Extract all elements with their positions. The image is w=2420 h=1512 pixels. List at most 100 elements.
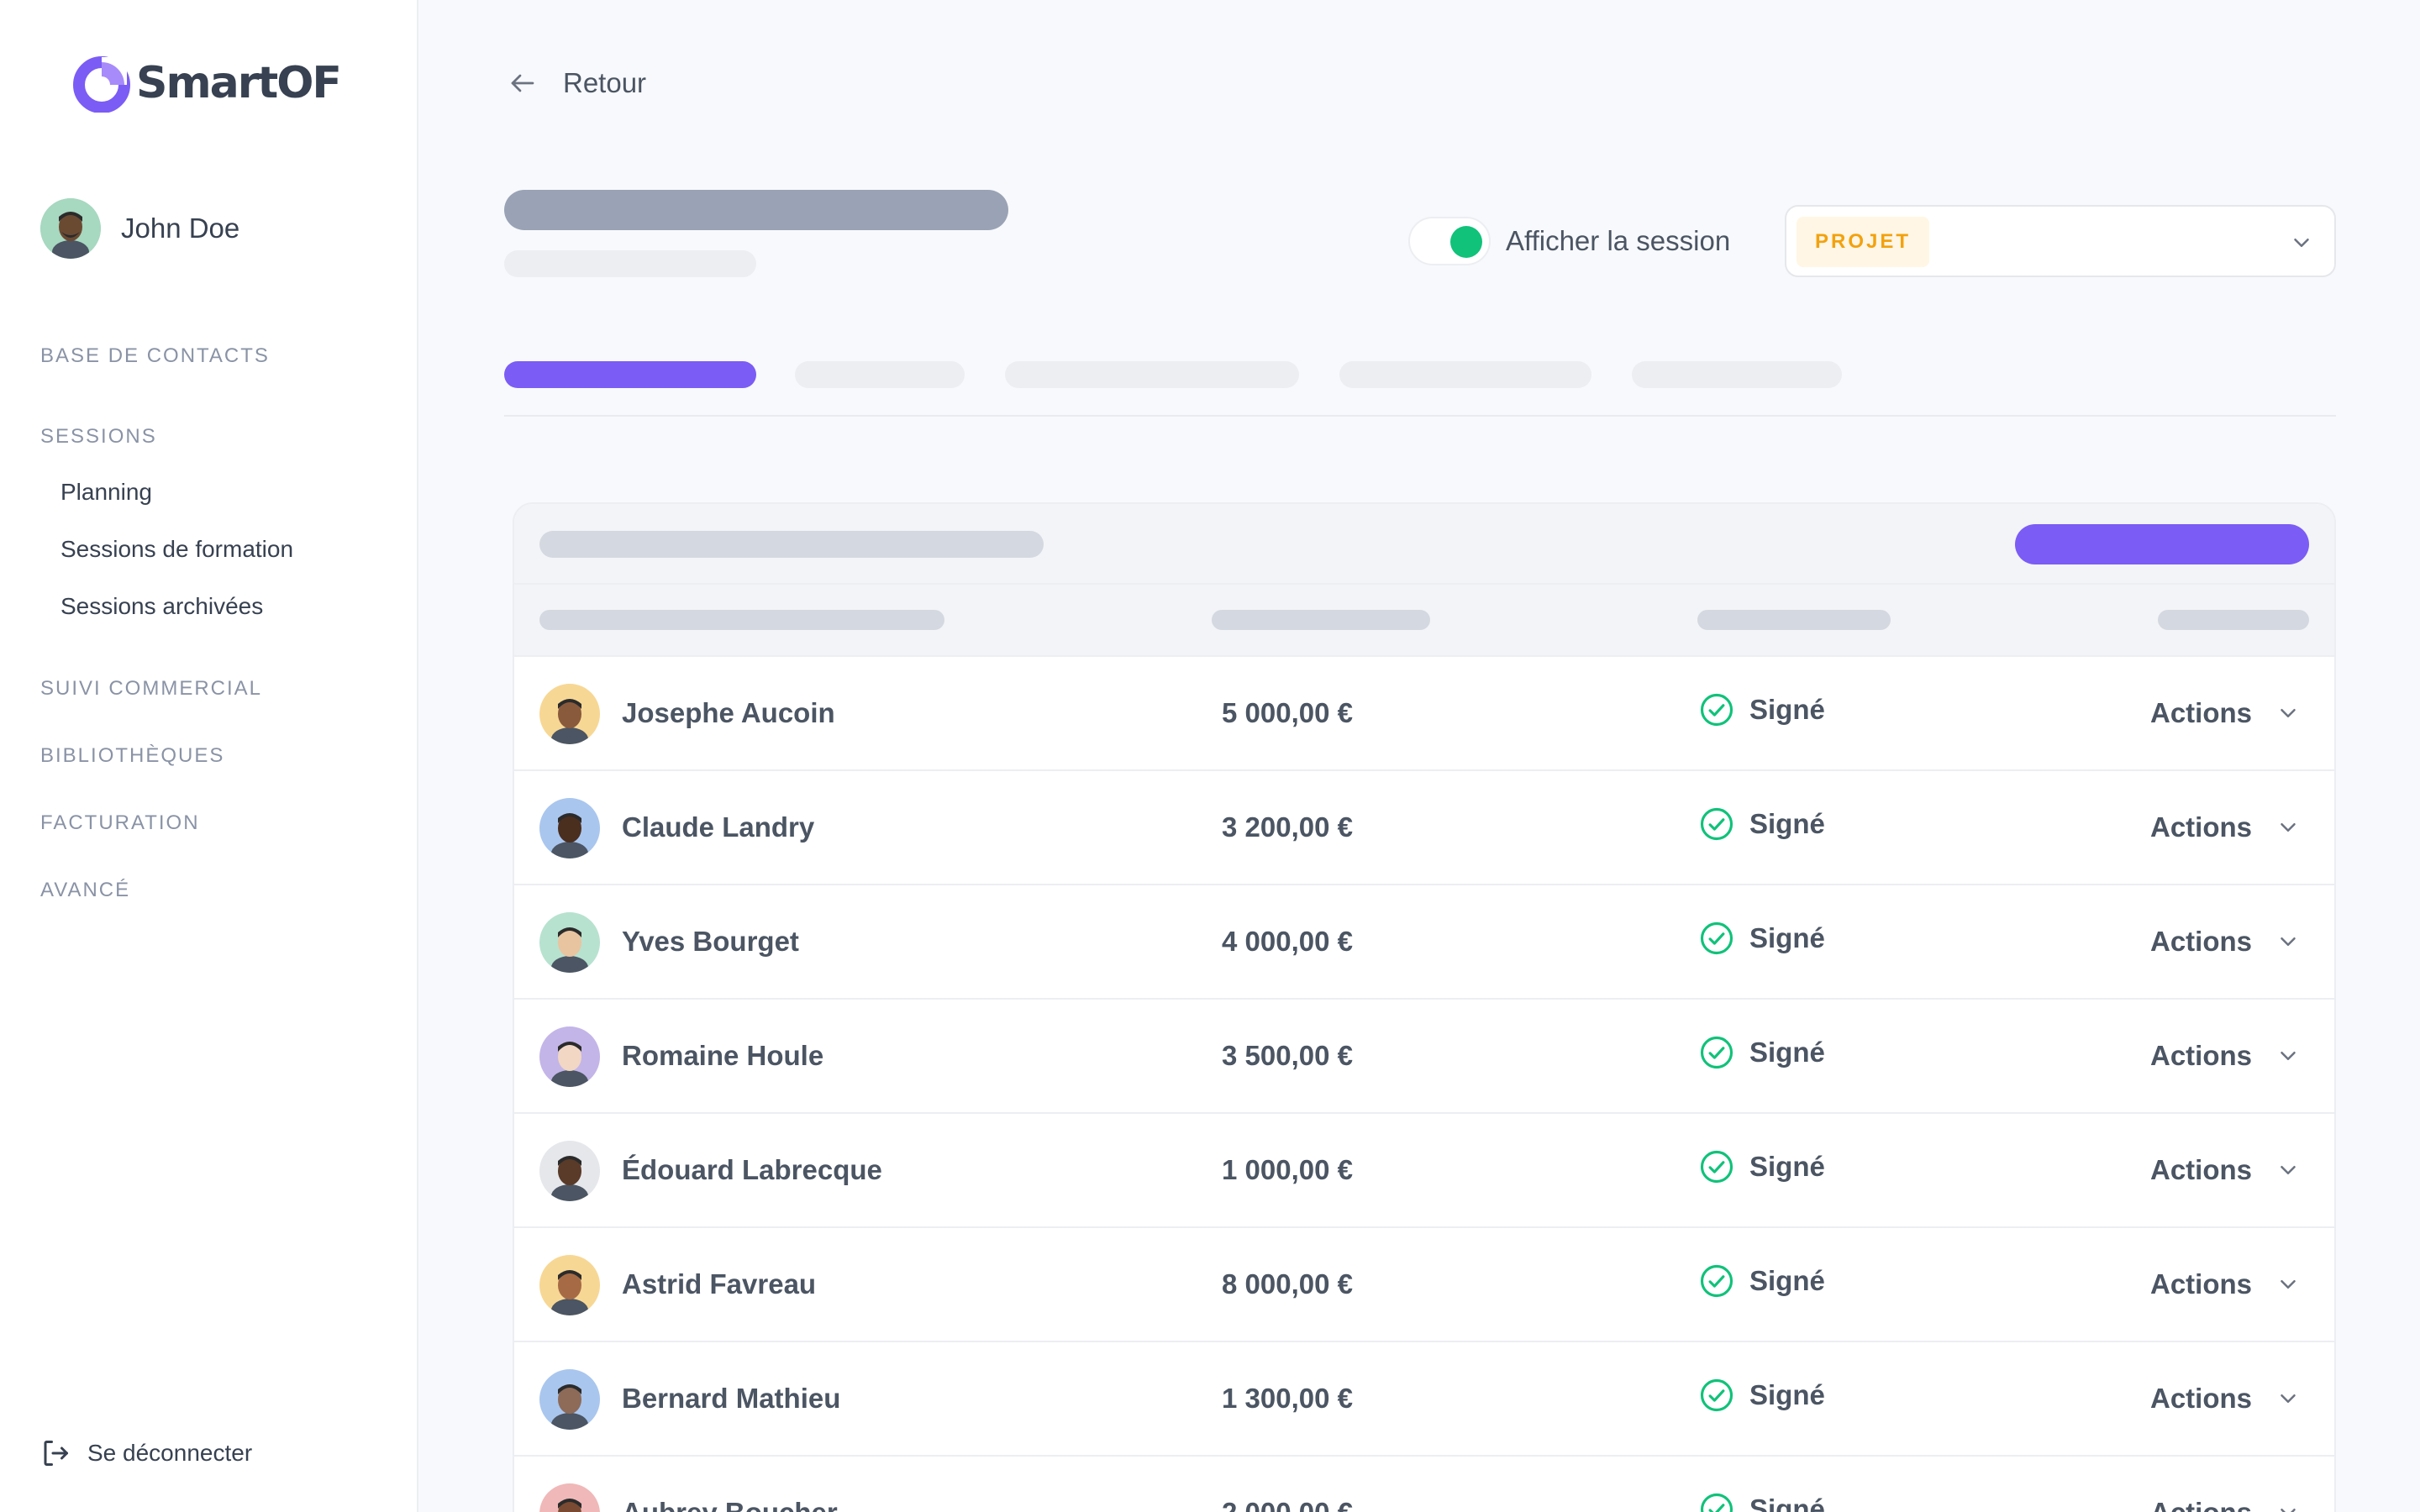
logout-label: Se déconnecter xyxy=(87,1440,253,1466)
check-circle-icon xyxy=(1700,1036,1733,1069)
chevron-down-icon xyxy=(2281,937,2296,946)
nav-bibliotheques[interactable]: BIBLIOTHÈQUES xyxy=(40,744,224,768)
logout-button[interactable]: Se déconnecter xyxy=(40,1438,252,1468)
avatar xyxy=(539,1255,600,1315)
amount-value: 2 000,00 € xyxy=(1222,1497,1353,1512)
amount-value: 4 000,00 € xyxy=(1222,926,1353,957)
show-session-label: Afficher la session xyxy=(1506,225,1731,256)
status-label: Signé xyxy=(1749,1494,1825,1512)
check-circle-icon xyxy=(1700,693,1733,727)
amount-value: 8 000,00 € xyxy=(1222,1268,1353,1299)
column-header-status xyxy=(1697,610,1891,630)
actions-dropdown[interactable]: Actions xyxy=(2150,1268,2301,1300)
avatar xyxy=(539,684,600,744)
nav-item-sessions-formation[interactable]: Sessions de formation xyxy=(60,536,293,563)
participant-name: Josephe Aucoin xyxy=(622,697,835,728)
actions-dropdown[interactable]: Actions xyxy=(2150,926,2301,958)
actions-dropdown[interactable]: Actions xyxy=(2150,811,2301,843)
tab-4[interactable] xyxy=(1339,361,1591,388)
status-label: Signé xyxy=(1749,922,1825,953)
chevron-down-icon xyxy=(2294,239,2309,247)
status-cell: Signé xyxy=(1699,921,1825,956)
chevron-down-icon xyxy=(2281,709,2296,717)
show-session-toggle[interactable] xyxy=(1408,217,1491,265)
user-profile[interactable]: John Doe xyxy=(40,198,239,259)
actions-label: Actions xyxy=(2149,697,2252,728)
actions-dropdown[interactable]: Actions xyxy=(2150,1383,2301,1415)
avatar xyxy=(40,198,101,259)
chevron-down-icon xyxy=(2281,1052,2296,1060)
table-row[interactable]: Bernard Mathieu 1 300,00 € Signé Actions xyxy=(514,1341,2334,1455)
title-placeholder xyxy=(504,190,1008,230)
participant-name: Édouard Labrecque xyxy=(622,1154,882,1185)
status-label: Signé xyxy=(1749,694,1825,725)
table-toolbar xyxy=(514,504,2334,585)
amount-value: 3 500,00 € xyxy=(1222,1040,1353,1071)
amount-value: 5 000,00 € xyxy=(1222,697,1353,728)
status-cell: Signé xyxy=(1699,692,1825,727)
toggle-knob xyxy=(1450,226,1482,258)
actions-dropdown[interactable]: Actions xyxy=(2150,1040,2301,1072)
status-cell: Signé xyxy=(1699,1149,1825,1184)
tab-active[interactable] xyxy=(504,361,756,388)
subtitle-placeholder xyxy=(504,250,756,277)
avatar xyxy=(539,1026,600,1087)
nav-facturation[interactable]: FACTURATION xyxy=(40,811,200,835)
check-circle-icon xyxy=(1700,921,1733,955)
actions-dropdown[interactable]: Actions xyxy=(2150,1154,2301,1186)
nav-avance[interactable]: AVANCÉ xyxy=(40,879,130,902)
check-circle-icon xyxy=(1700,1150,1733,1184)
chevron-down-icon xyxy=(2281,823,2296,832)
contracts-table: Josephe Aucoin 5 000,00 € Signé Actions Clau… xyxy=(513,502,2336,1512)
actions-dropdown[interactable]: Actions xyxy=(2150,1497,2301,1512)
table-row[interactable]: Claude Landry 3 200,00 € Signé Actions xyxy=(514,769,2334,884)
check-circle-icon xyxy=(1700,1264,1733,1298)
column-header-actions xyxy=(2158,610,2309,630)
table-action-button[interactable] xyxy=(2015,524,2309,564)
back-button[interactable]: Retour xyxy=(508,67,646,99)
status-label: Signé xyxy=(1749,1151,1825,1182)
sidebar: SmartOF John Doe BASE DE CONTACTS SESSIO… xyxy=(0,0,418,1512)
status-cell: Signé xyxy=(1699,1263,1825,1299)
nav-item-sessions-archivees[interactable]: Sessions archivées xyxy=(60,593,263,620)
avatar xyxy=(539,912,600,973)
chevron-down-icon xyxy=(2281,1280,2296,1289)
actions-label: Actions xyxy=(2149,1154,2252,1185)
status-label: Signé xyxy=(1749,808,1825,839)
tabs-divider xyxy=(504,415,2336,417)
check-circle-icon xyxy=(1700,1378,1733,1412)
tab-3[interactable] xyxy=(1005,361,1299,388)
avatar xyxy=(539,798,600,858)
column-header-name xyxy=(539,610,944,630)
table-row[interactable]: Yves Bourget 4 000,00 € Signé Actions xyxy=(514,884,2334,998)
table-row[interactable]: Édouard Labrecque 1 000,00 € Signé Actions xyxy=(514,1112,2334,1226)
actions-dropdown[interactable]: Actions xyxy=(2150,697,2301,729)
status-label: Signé xyxy=(1749,1037,1825,1068)
nav-base-contacts[interactable]: BASE DE CONTACTS xyxy=(40,344,270,368)
nav-sessions[interactable]: SESSIONS xyxy=(40,425,157,449)
status-cell: Signé xyxy=(1699,806,1825,842)
participant-name: Bernard Mathieu xyxy=(622,1383,841,1414)
check-circle-icon xyxy=(1700,807,1733,841)
table-row[interactable]: Josephe Aucoin 5 000,00 € Signé Actions xyxy=(514,655,2334,769)
status-label: Signé xyxy=(1749,1379,1825,1410)
arrow-left-icon xyxy=(511,74,534,92)
tab-5[interactable] xyxy=(1632,361,1842,388)
table-row[interactable]: Astrid Favreau 8 000,00 € Signé Actions xyxy=(514,1226,2334,1341)
check-circle-icon xyxy=(1700,1493,1733,1512)
status-select[interactable]: PROJET xyxy=(1785,205,2336,277)
tab-2[interactable] xyxy=(795,361,965,388)
participant-name: Astrid Favreau xyxy=(622,1268,817,1299)
table-row[interactable]: Romaine Houle 3 500,00 € Signé Actions xyxy=(514,998,2334,1112)
chevron-down-icon xyxy=(2281,1509,2296,1512)
nav-suivi-commercial[interactable]: SUIVI COMMERCIAL xyxy=(40,677,262,701)
amount-value: 1 300,00 € xyxy=(1222,1383,1353,1414)
logo-icon xyxy=(73,56,130,113)
app-logo[interactable]: SmartOF xyxy=(72,54,342,113)
table-row[interactable]: Aubrey Boucher 2 000,00 € Signé Actions xyxy=(514,1455,2334,1512)
table-title-placeholder xyxy=(539,531,1044,558)
status-cell: Signé xyxy=(1699,1378,1825,1413)
amount-value: 3 200,00 € xyxy=(1222,811,1353,843)
actions-label: Actions xyxy=(2149,811,2252,843)
nav-item-planning[interactable]: Planning xyxy=(60,479,152,506)
